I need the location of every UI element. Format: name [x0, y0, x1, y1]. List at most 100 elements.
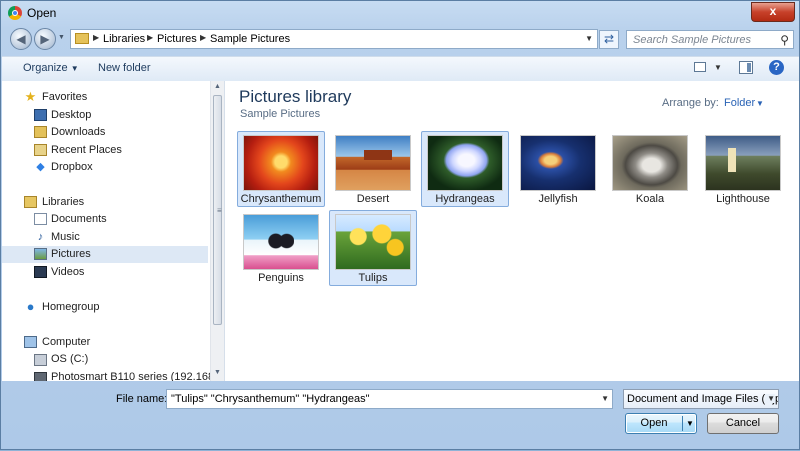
breadcrumb-sample-pictures[interactable]: Sample Pictures	[210, 33, 290, 45]
arrange-dropdown-icon[interactable]: ▼	[756, 99, 764, 108]
computer-icon	[24, 336, 37, 348]
recent-locations-dropdown[interactable]: ▼	[58, 34, 65, 41]
file-type-value: Document and Image Files (*.jp	[627, 393, 779, 405]
nav-documents[interactable]: Documents	[2, 211, 208, 228]
back-button[interactable]: ◀	[10, 28, 32, 50]
file-thumbnail[interactable]: Lighthouse	[699, 131, 787, 207]
arrange-by-label: Arrange by:	[662, 97, 719, 109]
nav-favorites-label: Favorites	[42, 91, 88, 103]
desktop-icon	[34, 109, 47, 121]
library-title: Pictures library	[239, 87, 352, 106]
nav-libraries-label: Libraries	[42, 196, 85, 208]
file-thumbnail[interactable]: Penguins	[237, 210, 325, 286]
music-icon: ♪	[37, 231, 44, 243]
chevron-down-icon: ▼	[70, 64, 79, 73]
image-thumbnail	[612, 135, 688, 191]
nav-scrollbar[interactable]: ▲ ≡ ▼	[210, 81, 224, 381]
preview-pane-icon[interactable]	[739, 61, 753, 74]
forward-button[interactable]: ▶	[34, 28, 56, 50]
file-thumbnail[interactable]: Desert	[329, 131, 417, 207]
nav-computer[interactable]: Computer	[2, 334, 208, 351]
file-name-field[interactable]: "Tulips" "Chrysanthemum" "Hydrangeas" ▼	[166, 389, 613, 409]
recent-places-icon	[34, 144, 47, 156]
nav-os-drive[interactable]: OS (C:)	[2, 351, 208, 368]
nav-computer-label: Computer	[42, 336, 91, 348]
nav-homegroup[interactable]: ● Homegroup	[2, 299, 208, 316]
file-name: Chrysanthemum	[240, 193, 322, 205]
nav-desktop-label: Desktop	[51, 109, 92, 121]
nav-downloads[interactable]: Downloads	[2, 124, 208, 141]
nav-pictures-label: Pictures	[51, 248, 91, 260]
file-thumbnail[interactable]: Hydrangeas	[421, 131, 509, 207]
refresh-button[interactable]: ⇄	[599, 30, 619, 49]
scroll-up-icon[interactable]: ▲	[214, 83, 221, 90]
file-name: Desert	[356, 193, 390, 205]
view-icon[interactable]	[694, 62, 706, 72]
open-dialog: Open x ◀ ▶ ▼ ▶ Libraries ▶ Pictures ▶ Sa…	[0, 0, 800, 450]
breadcrumb-pictures[interactable]: Pictures	[157, 33, 197, 45]
nav-downloads-label: Downloads	[51, 126, 106, 138]
file-name-label: File name:	[116, 393, 168, 405]
scroll-down-icon[interactable]: ▼	[214, 369, 221, 376]
nav-desktop[interactable]: Desktop	[2, 107, 208, 124]
arrange-by-value[interactable]: Folder	[724, 97, 755, 109]
file-name: Jellyfish	[538, 193, 578, 205]
address-dropdown-icon[interactable]: ▼	[585, 34, 593, 43]
file-name: Hydrangeas	[435, 193, 495, 205]
libraries-icon	[24, 196, 37, 208]
scroll-thumb[interactable]: ≡	[213, 95, 222, 325]
file-type-select[interactable]: Document and Image Files (*.jp ▼	[623, 389, 779, 409]
chevron-right-icon[interactable]: ▶	[147, 33, 153, 42]
documents-icon	[34, 213, 47, 225]
chevron-right-icon[interactable]: ▶	[93, 33, 99, 42]
library-subtitle: Sample Pictures	[240, 108, 321, 120]
file-thumbnail[interactable]: Jellyfish	[514, 131, 602, 207]
file-thumbnail[interactable]: Chrysanthemum	[237, 131, 325, 207]
new-folder-button[interactable]: New folder	[98, 62, 151, 74]
file-name: Tulips	[358, 272, 388, 284]
chevron-down-icon[interactable]: ▼	[765, 394, 775, 403]
view-dropdown-icon[interactable]: ▼	[714, 63, 722, 72]
help-icon[interactable]: ?	[769, 60, 784, 75]
printer-icon	[34, 372, 47, 381]
folder-icon	[75, 33, 89, 44]
nav-recent-places[interactable]: Recent Places	[2, 142, 208, 159]
nav-os-drive-label: OS (C:)	[51, 353, 89, 365]
command-toolbar: Organize ▼ New folder ▼ ?	[2, 56, 799, 82]
breadcrumb-libraries[interactable]: Libraries	[103, 33, 145, 45]
nav-music[interactable]: ♪ Music	[2, 229, 208, 246]
title-bar: Open x	[1, 1, 800, 25]
file-name: Koala	[635, 193, 665, 205]
navigation-pane: ★ Favorites Desktop Downloads Recent Pla…	[2, 81, 225, 381]
videos-icon	[34, 266, 47, 278]
nav-pictures[interactable]: Pictures	[2, 246, 208, 263]
search-input[interactable]: Search Sample Pictures ⚲	[626, 30, 794, 49]
close-button[interactable]: x	[751, 2, 795, 22]
search-icon[interactable]: ⚲	[780, 33, 789, 47]
cancel-button[interactable]: Cancel	[707, 413, 779, 434]
split-divider	[682, 416, 683, 431]
file-list-pane: Pictures library Sample Pictures Arrange…	[225, 81, 799, 381]
image-thumbnail	[520, 135, 596, 191]
star-icon: ★	[24, 89, 37, 104]
file-name-panel: File name: "Tulips" "Chrysanthemum" "Hyd…	[1, 381, 800, 451]
open-button[interactable]: Open ▼	[625, 413, 697, 434]
nav-printer[interactable]: Photosmart B110 series (192.168.2.4)	[2, 369, 224, 381]
nav-favorites[interactable]: ★ Favorites	[2, 89, 208, 106]
address-bar[interactable]: ▶ Libraries ▶ Pictures ▶ Sample Pictures…	[70, 29, 598, 49]
window-title: Open	[27, 6, 57, 20]
nav-dropbox[interactable]: ◆ Dropbox	[2, 159, 208, 176]
image-thumbnail	[335, 135, 411, 191]
nav-libraries[interactable]: Libraries	[2, 194, 208, 211]
file-thumbnail[interactable]: Koala	[606, 131, 694, 207]
image-thumbnail	[705, 135, 781, 191]
nav-printer-label: Photosmart B110 series (192.168.2.4)	[51, 371, 225, 381]
chevron-down-icon[interactable]: ▼	[686, 414, 694, 433]
nav-videos[interactable]: Videos	[2, 264, 208, 281]
file-thumbnail[interactable]: Tulips	[329, 210, 417, 286]
organize-menu[interactable]: Organize ▼	[23, 62, 79, 74]
image-thumbnail	[427, 135, 503, 191]
homegroup-icon: ●	[26, 299, 35, 314]
chevron-down-icon[interactable]: ▼	[601, 394, 609, 403]
chevron-right-icon[interactable]: ▶	[200, 33, 206, 42]
